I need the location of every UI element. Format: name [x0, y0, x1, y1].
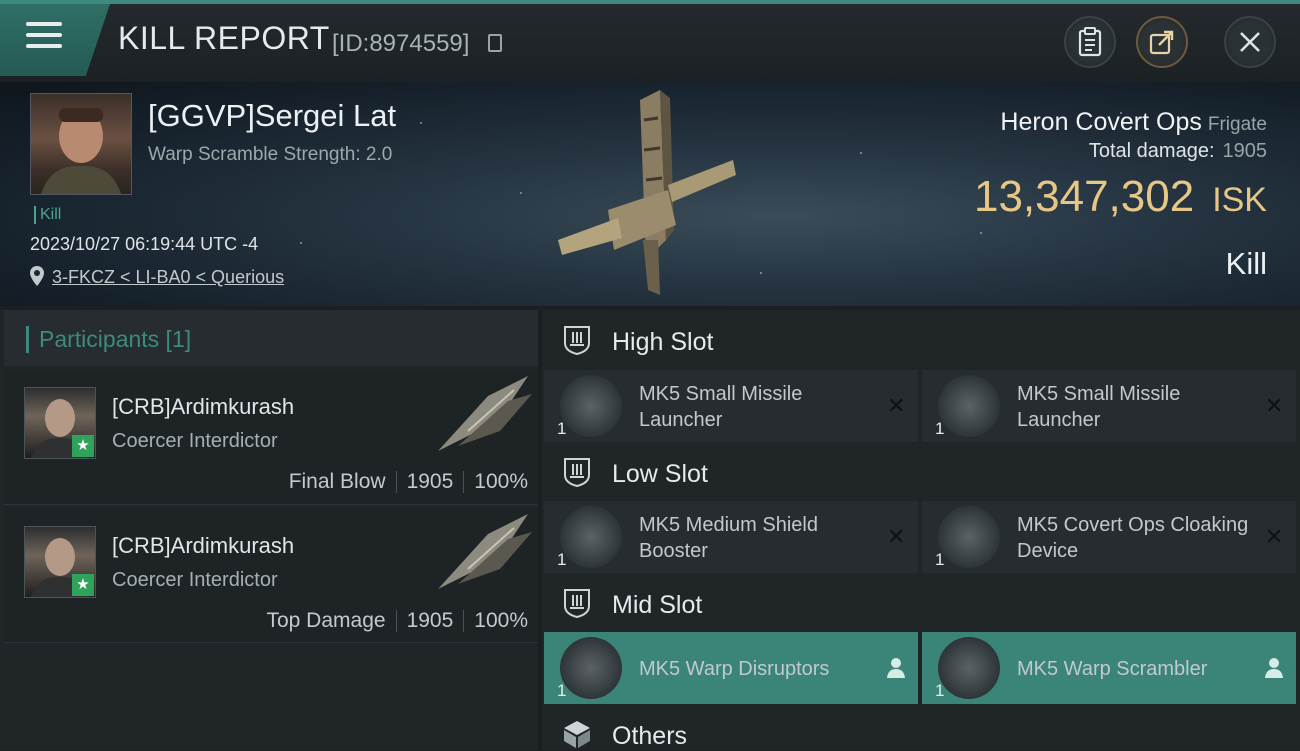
remove-x-icon[interactable]: ✕ — [887, 393, 905, 419]
location-link[interactable]: 3-FKCZ < LI-BA0 < Querious — [52, 267, 284, 288]
participant-damage: 1905 — [406, 609, 454, 632]
mid-slot-icon — [564, 589, 590, 618]
kill-tag: Kill — [34, 206, 61, 224]
participant-name[interactable]: [CRB]Ardimkurash — [112, 533, 294, 559]
warp-disruptor-icon — [560, 637, 622, 699]
module-quantity: 1 — [935, 419, 945, 438]
participant-name[interactable]: [CRB]Ardimkurash — [112, 394, 294, 420]
clipboard-button[interactable] — [1064, 16, 1116, 68]
remove-x-icon[interactable]: ✕ — [1265, 393, 1283, 419]
module-quantity: 1 — [557, 681, 567, 700]
participant-percent: 100% — [474, 470, 528, 493]
share-icon — [1149, 30, 1174, 55]
remove-x-icon[interactable]: ✕ — [1265, 524, 1283, 550]
participant-percent: 100% — [474, 609, 528, 632]
module-name: MK5 Medium Shield Booster — [639, 514, 818, 562]
total-damage: Total damage: 1905 — [1089, 140, 1267, 163]
isk-unit: ISK — [1212, 181, 1267, 219]
person-icon[interactable] — [886, 657, 906, 679]
ship-name: Heron Covert Ops Frigate — [1000, 108, 1267, 137]
isk-amount: 13,347,302 — [973, 172, 1195, 221]
ship-class: Frigate — [1207, 114, 1267, 135]
shield-booster-icon — [560, 506, 622, 568]
missile-launcher-icon — [938, 375, 1000, 437]
person-icon[interactable] — [1264, 657, 1284, 679]
module-name: MK5 Small Missile Launcher — [639, 383, 803, 431]
warp-scrambler-icon — [938, 637, 1000, 699]
participant-ship: Coercer Interdictor — [112, 569, 278, 591]
close-button[interactable] — [1224, 16, 1276, 68]
clipboard-icon — [1078, 27, 1102, 57]
total-damage-label: Total damage: — [1088, 140, 1215, 162]
star-badge-icon: ★ — [72, 435, 94, 457]
others-label: Others — [612, 722, 688, 750]
participant-ship: Coercer Interdictor — [112, 430, 278, 452]
participant-damage: 1905 — [406, 470, 454, 493]
module-quantity: 1 — [557, 550, 567, 569]
others-cube-icon — [564, 721, 590, 748]
participant-ship-image[interactable] — [428, 514, 538, 594]
star-badge-icon: ★ — [72, 574, 94, 596]
report-id: [ID:8974559] — [332, 30, 470, 57]
module-name: MK5 Covert Ops Cloaking Device — [1017, 514, 1249, 562]
module-quantity: 1 — [935, 681, 945, 700]
close-icon — [1240, 32, 1260, 52]
victim-name[interactable]: [GGVP]Sergei Lat — [148, 98, 396, 134]
victim-avatar[interactable] — [30, 93, 132, 195]
menu-icon[interactable] — [26, 22, 62, 52]
high-slot-label: High Slot — [612, 328, 714, 356]
low-slot-icon — [564, 458, 590, 487]
warp-scramble-strength: Warp Scramble Strength: 2.0 — [148, 144, 393, 165]
remove-x-icon[interactable]: ✕ — [887, 524, 905, 550]
participant-stats: Top Damage 1905 100% — [266, 609, 528, 633]
isk-value: 13,347,302 ISK — [974, 172, 1267, 222]
module-quantity: 1 — [935, 550, 945, 569]
cloaking-device-icon — [938, 506, 1000, 568]
ship-type-name: Heron Covert Ops — [1000, 108, 1202, 136]
copy-icon[interactable] — [488, 34, 502, 52]
participants-title: Participants [1] — [26, 326, 191, 353]
location-pin-icon — [30, 266, 44, 286]
share-button[interactable] — [1136, 16, 1188, 68]
participant-ship-image[interactable] — [428, 376, 538, 456]
page-title: KILL REPORT — [118, 20, 330, 56]
module-name: MK5 Warp Disruptors — [639, 658, 830, 680]
module-name: MK5 Warp Scrambler — [1017, 658, 1208, 680]
low-slot-label: Low Slot — [612, 460, 708, 488]
kill-result: Kill — [1225, 246, 1267, 281]
module-name: MK5 Small Missile Launcher — [1017, 383, 1181, 431]
participant-role: Final Blow — [288, 470, 386, 493]
participant-role: Top Damage — [266, 609, 386, 632]
participant-stats: Final Blow 1905 100% — [289, 470, 528, 494]
victim-ship-image[interactable] — [548, 90, 748, 300]
mid-slot-label: Mid Slot — [612, 591, 703, 619]
high-slot-icon — [564, 326, 590, 355]
missile-launcher-icon — [560, 375, 622, 437]
module-quantity: 1 — [557, 419, 567, 438]
total-damage-value: 1905 — [1222, 140, 1268, 162]
kill-datetime: 2023/10/27 06:19:44 UTC -4 — [30, 234, 259, 254]
